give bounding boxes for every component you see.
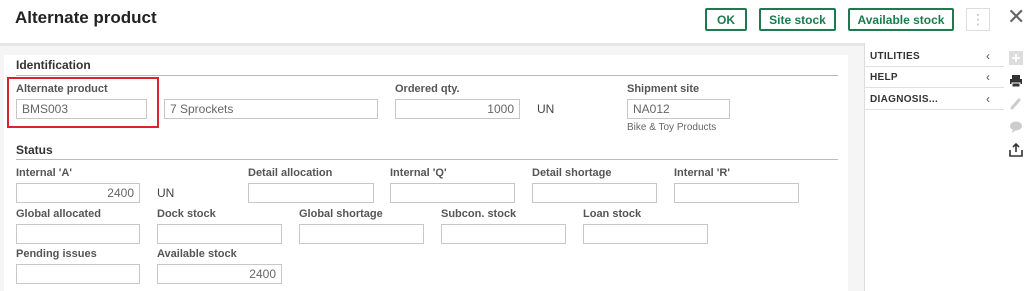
action-icon-bar [1008,43,1024,291]
dock-stock-label: Dock stock [157,208,216,220]
plus-icon[interactable] [1008,51,1024,68]
sidebar-divider [864,66,1004,67]
utilities-menu[interactable]: UTILITIES [870,51,920,62]
identification-divider [16,75,838,76]
help-menu[interactable]: HELP [870,72,898,83]
internal-q-label: Internal 'Q' [390,167,447,179]
detail-shortage-label: Detail shortage [532,167,612,179]
site-stock-button[interactable]: Site stock [759,8,836,31]
comment-icon[interactable] [1008,120,1024,137]
internal-q-field[interactable] [390,183,515,203]
internal-a-unit: UN [157,186,175,200]
status-section-title: Status [16,143,53,157]
alternate-product-highlight [7,77,159,128]
pending-issues-field[interactable] [16,264,140,284]
global-shortage-label: Global shortage [299,208,383,220]
ordered-qty-field[interactable]: 1000 [395,99,520,119]
shipment-site-label: Shipment site [627,83,700,95]
diagnosis-menu[interactable]: DIAGNOSIS... [870,94,938,105]
subcon-stock-label: Subcon. stock [441,208,517,220]
internal-a-label: Internal 'A' [16,167,72,179]
identification-section-title: Identification [16,58,91,72]
global-allocated-field[interactable] [16,224,140,244]
pending-issues-label: Pending issues [16,248,97,260]
more-actions-icon[interactable]: ⋮ [966,8,990,31]
available-stock-field[interactable]: 2400 [157,264,282,284]
internal-r-field[interactable] [674,183,799,203]
detail-allocation-field[interactable] [248,183,374,203]
dock-stock-field[interactable] [157,224,282,244]
loan-stock-field[interactable] [583,224,708,244]
help-chevron-icon[interactable]: ‹ [986,70,990,84]
detail-shortage-field[interactable] [532,183,657,203]
shipment-site-name: Bike & Toy Products [627,122,717,133]
status-divider [16,159,838,160]
available-stock-label: Available stock [157,248,237,260]
attachment-icon[interactable] [1008,97,1024,114]
global-shortage-field[interactable] [299,224,424,244]
utilities-chevron-icon[interactable]: ‹ [986,49,990,63]
ordered-qty-label: Ordered qty. [395,83,460,95]
product-description-field[interactable]: 7 Sprockets [164,99,378,119]
shipment-site-field[interactable]: NA012 [627,99,730,119]
close-icon[interactable]: ✕ [1007,5,1024,29]
global-allocated-label: Global allocated [16,208,101,220]
sidebar-divider [864,109,1004,110]
export-icon[interactable] [1008,142,1024,160]
ok-button[interactable]: OK [705,8,747,31]
detail-allocation-label: Detail allocation [248,167,333,179]
internal-r-label: Internal 'R' [674,167,730,179]
ordered-qty-unit: UN [537,102,555,116]
internal-a-field[interactable]: 2400 [16,183,140,203]
available-stock-button[interactable]: Available stock [848,8,954,31]
sidebar-divider [864,87,1004,88]
print-icon[interactable] [1008,74,1024,91]
page-title: Alternate product [15,8,157,27]
diagnosis-chevron-icon[interactable]: ‹ [986,92,990,106]
subcon-stock-field[interactable] [441,224,566,244]
loan-stock-label: Loan stock [583,208,642,220]
